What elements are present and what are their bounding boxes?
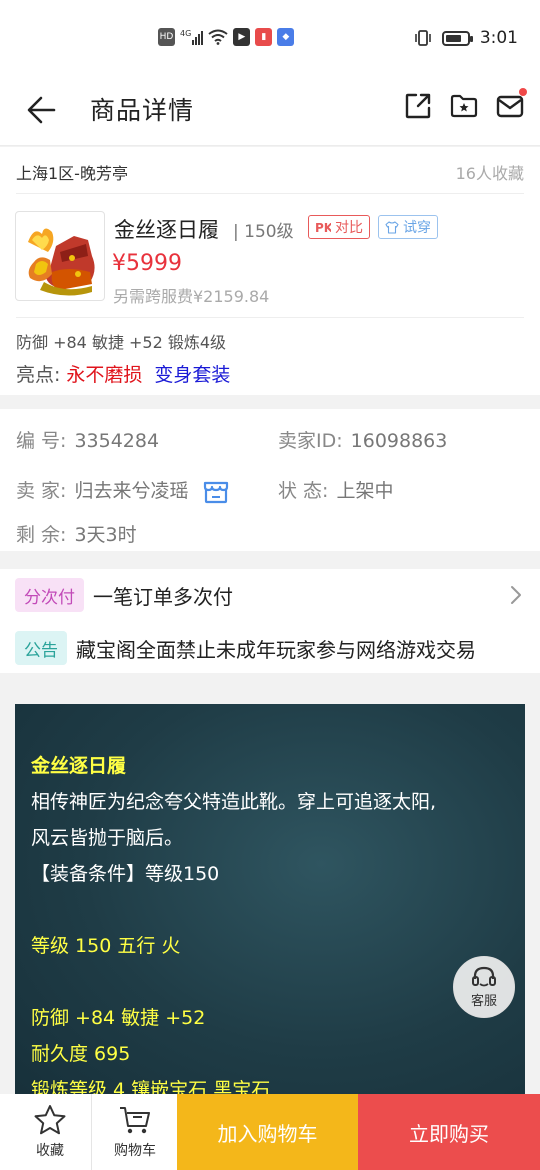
compare-label: 对比 <box>335 220 363 236</box>
battery-icon <box>441 30 473 46</box>
nav-bar: 商品详情 <box>0 78 540 146</box>
installment-row[interactable]: 分次付 一笔订单多次付 <box>15 578 233 612</box>
highlight-tag: 永不磨损 <box>66 364 143 386</box>
item-stats: 防御 +84 敏捷 +52 锻炼4级 <box>16 333 227 352</box>
installment-badge: 分次付 <box>15 578 84 612</box>
back-arrow-icon[interactable] <box>24 92 60 128</box>
status-bar: HD 4G ▶ ▮ ◆ 3:01 <box>0 0 540 78</box>
item-thumbnail[interactable] <box>15 211 105 301</box>
compare-button[interactable]: PK 对比 <box>308 215 370 239</box>
cart-label: 购物车 <box>114 1143 156 1159</box>
wifi-icon <box>208 29 228 45</box>
svg-text:PK: PK <box>315 221 331 234</box>
try-on-button[interactable]: 试穿 <box>378 215 438 239</box>
highlight-tag: 变身套装 <box>154 364 231 386</box>
chevron-right-icon[interactable] <box>510 585 522 605</box>
state-value: 上架中 <box>336 480 394 502</box>
try-on-label: 试穿 <box>403 220 431 236</box>
server-name: 上海1区-晚芳亭 <box>16 164 128 183</box>
item-price: ¥5999 <box>112 251 182 276</box>
listing-state: 状 态: 上架中 <box>278 476 393 503</box>
status-icons-left: HD 4G ▶ ▮ ◆ <box>158 28 295 46</box>
headset-icon <box>472 966 496 987</box>
unread-dot <box>519 88 527 96</box>
boots-image <box>28 228 95 296</box>
announcement-badge: 公告 <box>15 631 67 665</box>
favorite-button[interactable]: 收藏 <box>6 1094 94 1170</box>
bottom-action-bar: 收藏 购物车 加入购物车 立即购买 <box>0 1094 540 1170</box>
item-level: | 150级 <box>233 222 294 242</box>
page-title: 商品详情 <box>90 96 195 125</box>
remaining-label: 剩 余: <box>16 524 67 546</box>
education-app-icon: ◆ <box>277 28 295 46</box>
signal-icon: 4G <box>180 29 204 45</box>
seller-label: 卖 家: <box>16 480 67 502</box>
status-icons-right: 3:01 <box>414 28 518 48</box>
item-name: 金丝逐日履 <box>114 218 219 242</box>
cross-server-fee: 另需跨服费¥2159.84 <box>113 287 270 306</box>
app-notification-icon: ▶ <box>233 28 251 46</box>
highlight-label: 亮点: <box>16 364 61 386</box>
seller-name: 归去来兮凌瑶 <box>74 480 189 502</box>
customer-service-button[interactable]: 客服 <box>453 956 515 1018</box>
star-icon <box>34 1105 66 1135</box>
nav-actions <box>404 88 527 120</box>
installment-text: 一笔订单多次付 <box>93 584 233 609</box>
vibrate-icon <box>415 30 431 46</box>
buy-now-button[interactable]: 立即购买 <box>358 1094 540 1170</box>
seller-id: 卖家ID: 16098863 <box>278 426 447 453</box>
description-line: 耐久度 695 <box>31 1043 131 1065</box>
announcement-text: 藏宝阁全面禁止未成年玩家参与网络游戏交易 <box>76 637 476 662</box>
favorite-label: 收藏 <box>36 1143 64 1159</box>
shopping-cart-button[interactable]: 购物车 <box>91 1094 179 1170</box>
description-line: 防御 +84 敏捷 +52 <box>31 1007 206 1029</box>
description-line: 等级 150 五行 火 <box>31 935 181 957</box>
favorite-folder-icon[interactable] <box>450 92 478 120</box>
description-line: 相传神匠为纪念夸父特造此靴。穿上可追逐太阳, <box>31 791 437 813</box>
shirt-icon <box>385 220 399 234</box>
item-description: 金丝逐日履 相传神匠为纪念夸父特造此靴。穿上可追逐太阳, 风云皆抛于脑后。 【装… <box>15 704 525 1104</box>
remaining-value: 3天3时 <box>74 524 137 546</box>
state-label: 状 态: <box>278 480 329 502</box>
book-app-icon: ▮ <box>255 28 273 46</box>
share-icon[interactable] <box>404 92 432 120</box>
hd-chip: HD <box>158 28 175 46</box>
item-summary: 上海1区-晚芳亭 16人收藏 金丝逐日履 | 150级 PK 对比 试穿 ¥59… <box>0 147 540 395</box>
description-line: 【装备条件】等级150 <box>31 863 220 885</box>
mail-icon <box>496 95 524 118</box>
time-remaining: 剩 余: 3天3时 <box>16 520 137 547</box>
seller-id-value: 16098863 <box>350 430 448 452</box>
customer-service-label: 客服 <box>470 994 497 1009</box>
divider <box>16 193 524 194</box>
announcement-row: 公告 藏宝阁全面禁止未成年玩家参与网络游戏交易 <box>15 631 476 665</box>
clock: 3:01 <box>479 28 518 48</box>
compare-icon: PK <box>315 221 331 234</box>
seller-id-label: 卖家ID: <box>278 430 343 452</box>
trade-info: 编 号: 3354284 卖家ID: 16098863 卖 家: 归去来兮凌瑶 状 态… <box>0 409 540 551</box>
divider <box>16 317 524 318</box>
listing-id-value: 3354284 <box>74 430 160 452</box>
add-to-cart-button[interactable]: 加入购物车 <box>177 1094 358 1170</box>
item-level-value: 150级 <box>244 222 294 242</box>
favorite-count: 16人收藏 <box>455 164 524 183</box>
listing-id: 编 号: 3354284 <box>16 426 159 453</box>
description-line: 风云皆抛于脑后。 <box>31 827 184 849</box>
cart-icon <box>120 1107 150 1134</box>
shop-icon[interactable] <box>203 480 229 504</box>
listing-id-label: 编 号: <box>16 430 67 452</box>
item-highlights: 亮点: 永不磨损 变身套装 <box>16 360 230 387</box>
seller: 卖 家: 归去来兮凌瑶 <box>16 476 229 504</box>
signal-label: 4G <box>180 29 192 38</box>
message-button[interactable] <box>496 88 527 120</box>
description-title: 金丝逐日履 <box>31 755 127 777</box>
notices: 分次付 一笔订单多次付 公告 藏宝阁全面禁止未成年玩家参与网络游戏交易 <box>0 569 540 673</box>
